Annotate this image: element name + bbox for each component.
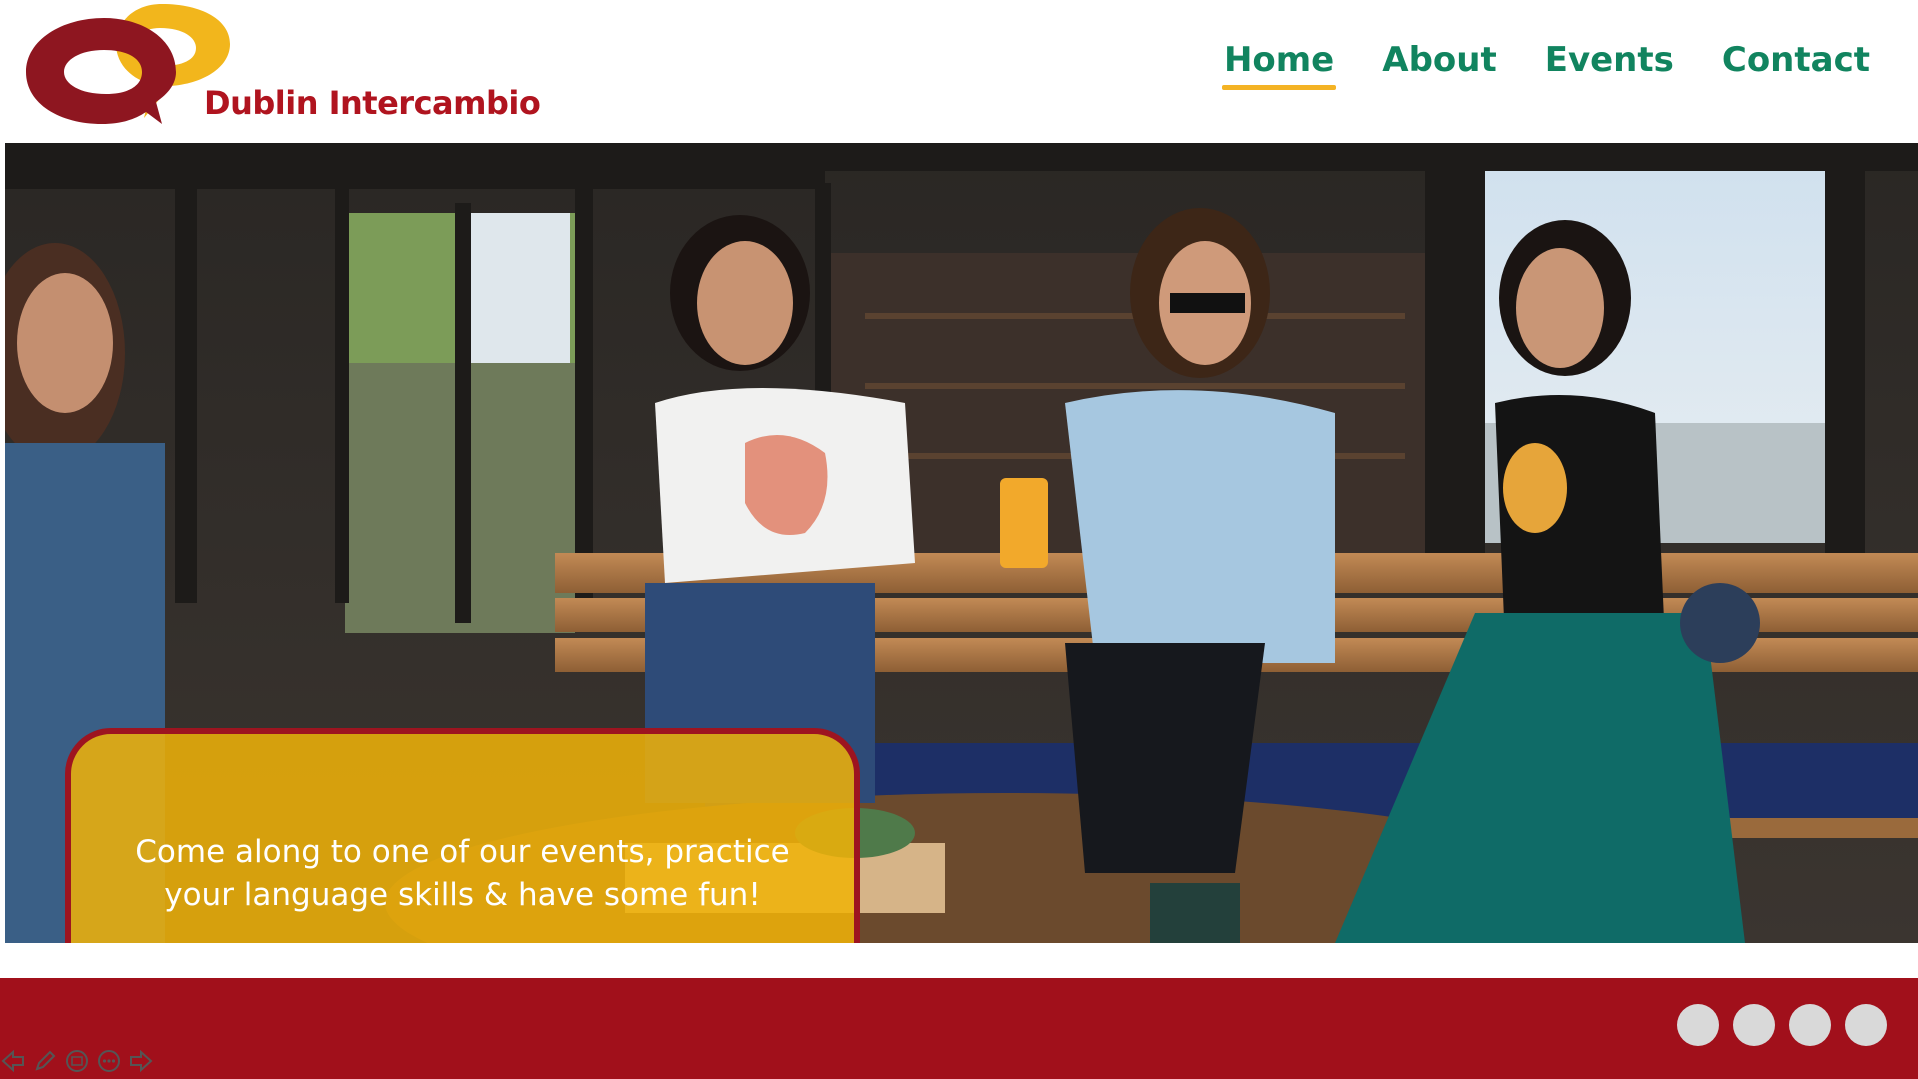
nav-about[interactable]: About [1382,40,1496,90]
nav-contact[interactable]: Contact [1722,40,1870,90]
logo[interactable]: Dublin Intercambio [24,0,541,135]
brand-name: Dublin Intercambio [204,84,541,122]
callout-text: Come along to one of our events, practic… [135,834,790,913]
footer-bar [0,978,1918,1079]
carousel-dot-4[interactable] [1845,1004,1887,1046]
site-header: Dublin Intercambio Home About Events Con… [0,0,1918,143]
hero-image: Come along to one of our events, practic… [5,143,1918,943]
more-icon[interactable] [96,1048,122,1074]
slides-icon[interactable] [64,1048,90,1074]
pen-icon[interactable] [32,1048,58,1074]
main-nav: Home About Events Contact [1221,40,1870,90]
nav-events[interactable]: Events [1545,40,1674,90]
carousel-dots [1677,1004,1887,1046]
carousel-dot-2[interactable] [1733,1004,1775,1046]
prev-arrow-icon[interactable] [0,1048,26,1074]
nav-home[interactable]: Home [1221,40,1337,90]
hero-callout: Come along to one of our events, practic… [65,728,860,943]
carousel-dot-1[interactable] [1677,1004,1719,1046]
slideshow-controls [0,1048,154,1074]
next-arrow-icon[interactable] [128,1048,154,1074]
carousel-dot-3[interactable] [1789,1004,1831,1046]
